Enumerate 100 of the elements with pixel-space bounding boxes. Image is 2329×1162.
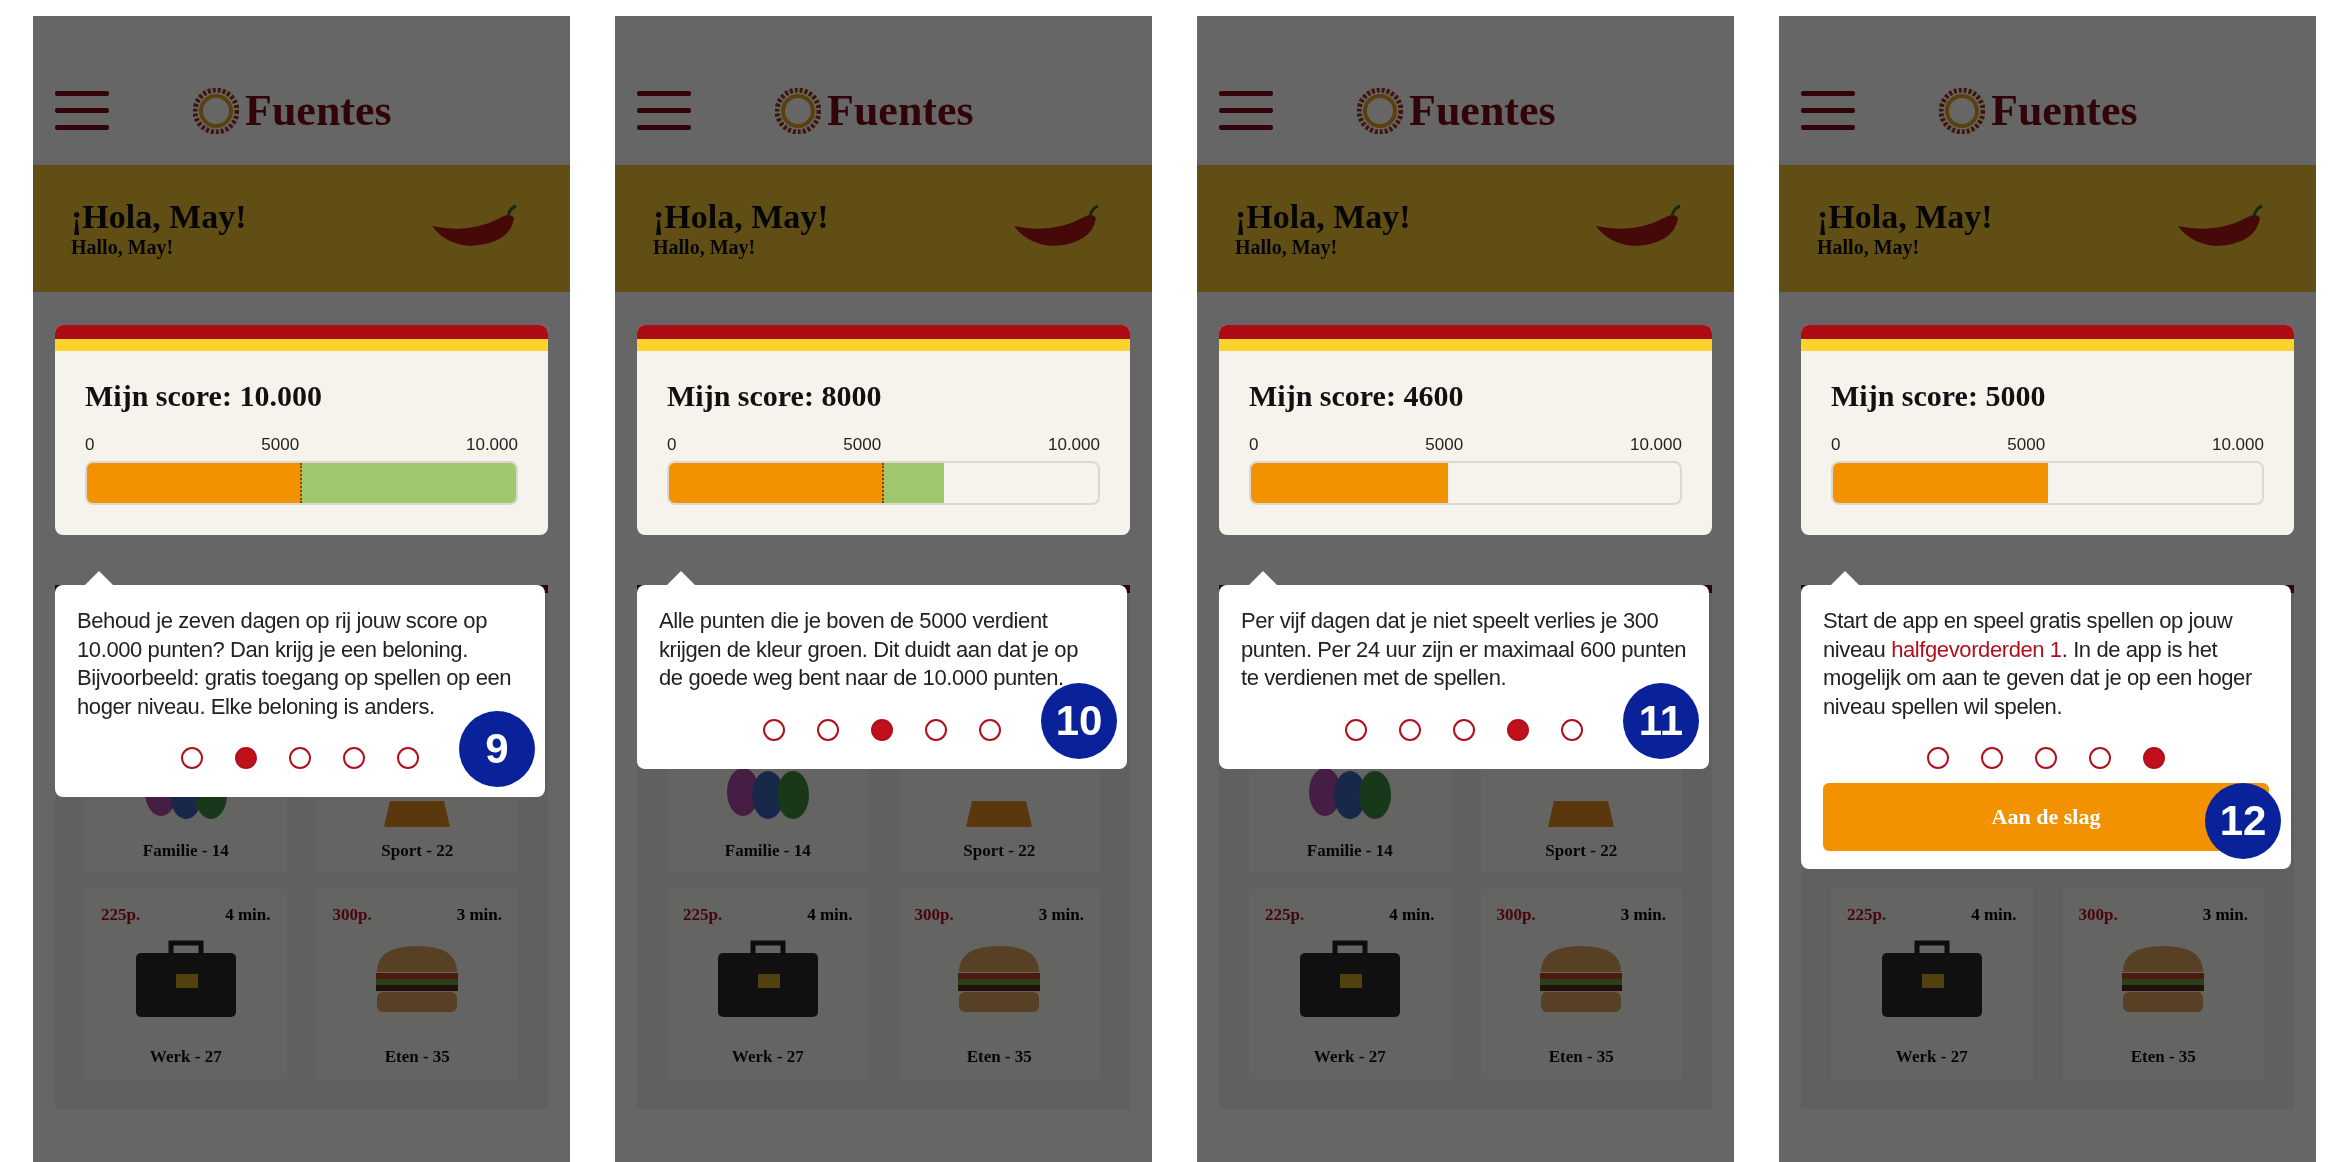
- game-duration: 3 min.: [2202, 905, 2248, 925]
- score-title: Mijn score: 8000: [667, 379, 883, 413]
- scale-label: 10.000: [1630, 435, 1682, 455]
- page-dot[interactable]: [1927, 747, 1949, 770]
- game-title: Familie - 14: [142, 841, 229, 861]
- game-duration: 4 min.: [1971, 905, 2017, 925]
- greeting-title: ¡Hola, May!: [1235, 198, 1411, 236]
- page-dot[interactable]: [235, 747, 257, 770]
- game-card[interactable]: 300p. 3 min. Eten - 35: [316, 889, 518, 1079]
- menu-icon[interactable]: [1801, 90, 1855, 131]
- sun-icon: [1939, 87, 1985, 134]
- game-title: Werk - 27: [1895, 1047, 1968, 1067]
- score-title: Mijn score: 5000: [1831, 379, 2047, 413]
- game-card[interactable]: 300p. 3 min. Eten - 35: [1480, 889, 1682, 1079]
- game-points: 300p.: [2078, 905, 2118, 925]
- page-dot[interactable]: [1345, 718, 1367, 741]
- sun-icon: [1357, 87, 1403, 134]
- page-dot[interactable]: [181, 747, 203, 770]
- logo-text: Fuentes: [1991, 85, 2138, 136]
- scale-label: 0: [667, 435, 677, 455]
- page-dot[interactable]: [925, 718, 947, 741]
- game-card[interactable]: 300p. 3 min. Eten - 35: [898, 889, 1100, 1079]
- game-card[interactable]: 225p. 4 min. Werk - 27: [85, 889, 287, 1079]
- sun-icon: [193, 87, 239, 134]
- tooltip-text: Start de app en speel gratis spellen op jouw niveau halfgevorderden 1. In de app is het mogelijk om aan te geven dat je op een hoger niveau spellen wil spelen.: [1823, 607, 2253, 721]
- score-title: Mijn score: 10.000: [85, 379, 323, 413]
- game-duration: 3 min.: [456, 905, 502, 925]
- step-number-badge: 11: [1623, 682, 1699, 759]
- sun-icon: [775, 87, 821, 134]
- scale-label: 0: [85, 435, 95, 455]
- game-title: Eten - 35: [384, 1047, 450, 1067]
- game-title: Werk - 27: [149, 1047, 222, 1067]
- game-duration: 3 min.: [1620, 905, 1666, 925]
- greeting-subtitle: Hallo, May!: [1235, 236, 1339, 259]
- logo-text: Fuentes: [827, 85, 974, 136]
- page-dot[interactable]: [1507, 718, 1529, 741]
- step-number-badge: 12: [2205, 783, 2281, 860]
- scale-label: 10.000: [1048, 435, 1100, 455]
- logo-text: Fuentes: [245, 85, 392, 136]
- game-title: Eten - 35: [2130, 1047, 2196, 1067]
- page-dot[interactable]: [1453, 718, 1475, 741]
- game-card[interactable]: 225p. 4 min. Werk - 27: [1831, 889, 2033, 1079]
- game-points: 225p.: [1265, 905, 1305, 925]
- game-title: Eten - 35: [1548, 1047, 1614, 1067]
- page-dot[interactable]: [2089, 747, 2111, 770]
- scale-label: 10.000: [466, 435, 518, 455]
- greeting-title: ¡Hola, May!: [1817, 198, 1993, 236]
- scale-label: 5000: [2007, 435, 2046, 455]
- page-dot[interactable]: [397, 747, 419, 770]
- page-dot[interactable]: [1399, 718, 1421, 741]
- page-dot[interactable]: [979, 718, 1001, 741]
- game-duration: 4 min.: [1389, 905, 1435, 925]
- game-points: 225p.: [683, 905, 723, 925]
- greeting-subtitle: Hallo, May!: [71, 236, 175, 259]
- page-dot[interactable]: [2035, 747, 2057, 770]
- game-title: Eten - 35: [966, 1047, 1032, 1067]
- game-points: 225p.: [101, 905, 141, 925]
- scale-label: 10.000: [2212, 435, 2264, 455]
- game-title: Werk - 27: [1313, 1047, 1386, 1067]
- page-dot[interactable]: [289, 747, 311, 770]
- scale-label: 0: [1831, 435, 1841, 455]
- game-card[interactable]: 225p. 4 min. Werk - 27: [1249, 889, 1451, 1079]
- page-dot[interactable]: [817, 718, 839, 741]
- trophy-base-icon: [384, 801, 451, 827]
- scale-label: 5000: [1425, 435, 1464, 455]
- game-card[interactable]: 300p. 3 min. Eten - 35: [2062, 889, 2264, 1079]
- logo-text: Fuentes: [1409, 85, 1556, 136]
- greeting-title: ¡Hola, May!: [71, 198, 247, 236]
- scale-label: 5000: [261, 435, 300, 455]
- game-card[interactable]: 225p. 4 min. Werk - 27: [667, 889, 869, 1079]
- game-title: Sport - 22: [381, 841, 454, 861]
- greeting-title: ¡Hola, May!: [653, 198, 829, 236]
- menu-icon[interactable]: [637, 90, 691, 131]
- trophy-base-icon: [1548, 801, 1615, 827]
- game-title: Sport - 22: [1545, 841, 1618, 861]
- game-title: Familie - 14: [724, 841, 811, 861]
- page-dot[interactable]: [871, 718, 893, 741]
- step-number-badge: 9: [459, 711, 535, 788]
- scale-label: 0: [1249, 435, 1259, 455]
- game-title: Werk - 27: [731, 1047, 804, 1067]
- page-dot[interactable]: [1561, 718, 1583, 741]
- greeting-subtitle: Hallo, May!: [1817, 236, 1921, 259]
- game-title: Sport - 22: [963, 841, 1036, 861]
- game-duration: 3 min.: [1038, 905, 1084, 925]
- game-duration: 4 min.: [807, 905, 853, 925]
- page-dot[interactable]: [1981, 747, 2003, 770]
- menu-icon[interactable]: [1219, 90, 1273, 131]
- game-title: Familie - 14: [1306, 841, 1393, 861]
- game-points: 300p.: [914, 905, 954, 925]
- greeting-subtitle: Hallo, May!: [653, 236, 757, 259]
- page-dot[interactable]: [343, 747, 365, 770]
- scale-label: 5000: [843, 435, 882, 455]
- game-points: 225p.: [1847, 905, 1887, 925]
- game-points: 300p.: [332, 905, 372, 925]
- page-dot[interactable]: [2143, 747, 2165, 770]
- score-title: Mijn score: 4600: [1249, 379, 1465, 413]
- menu-icon[interactable]: [55, 90, 109, 131]
- page-dot[interactable]: [763, 718, 785, 741]
- game-points: 300p.: [1496, 905, 1536, 925]
- trophy-base-icon: [966, 801, 1033, 827]
